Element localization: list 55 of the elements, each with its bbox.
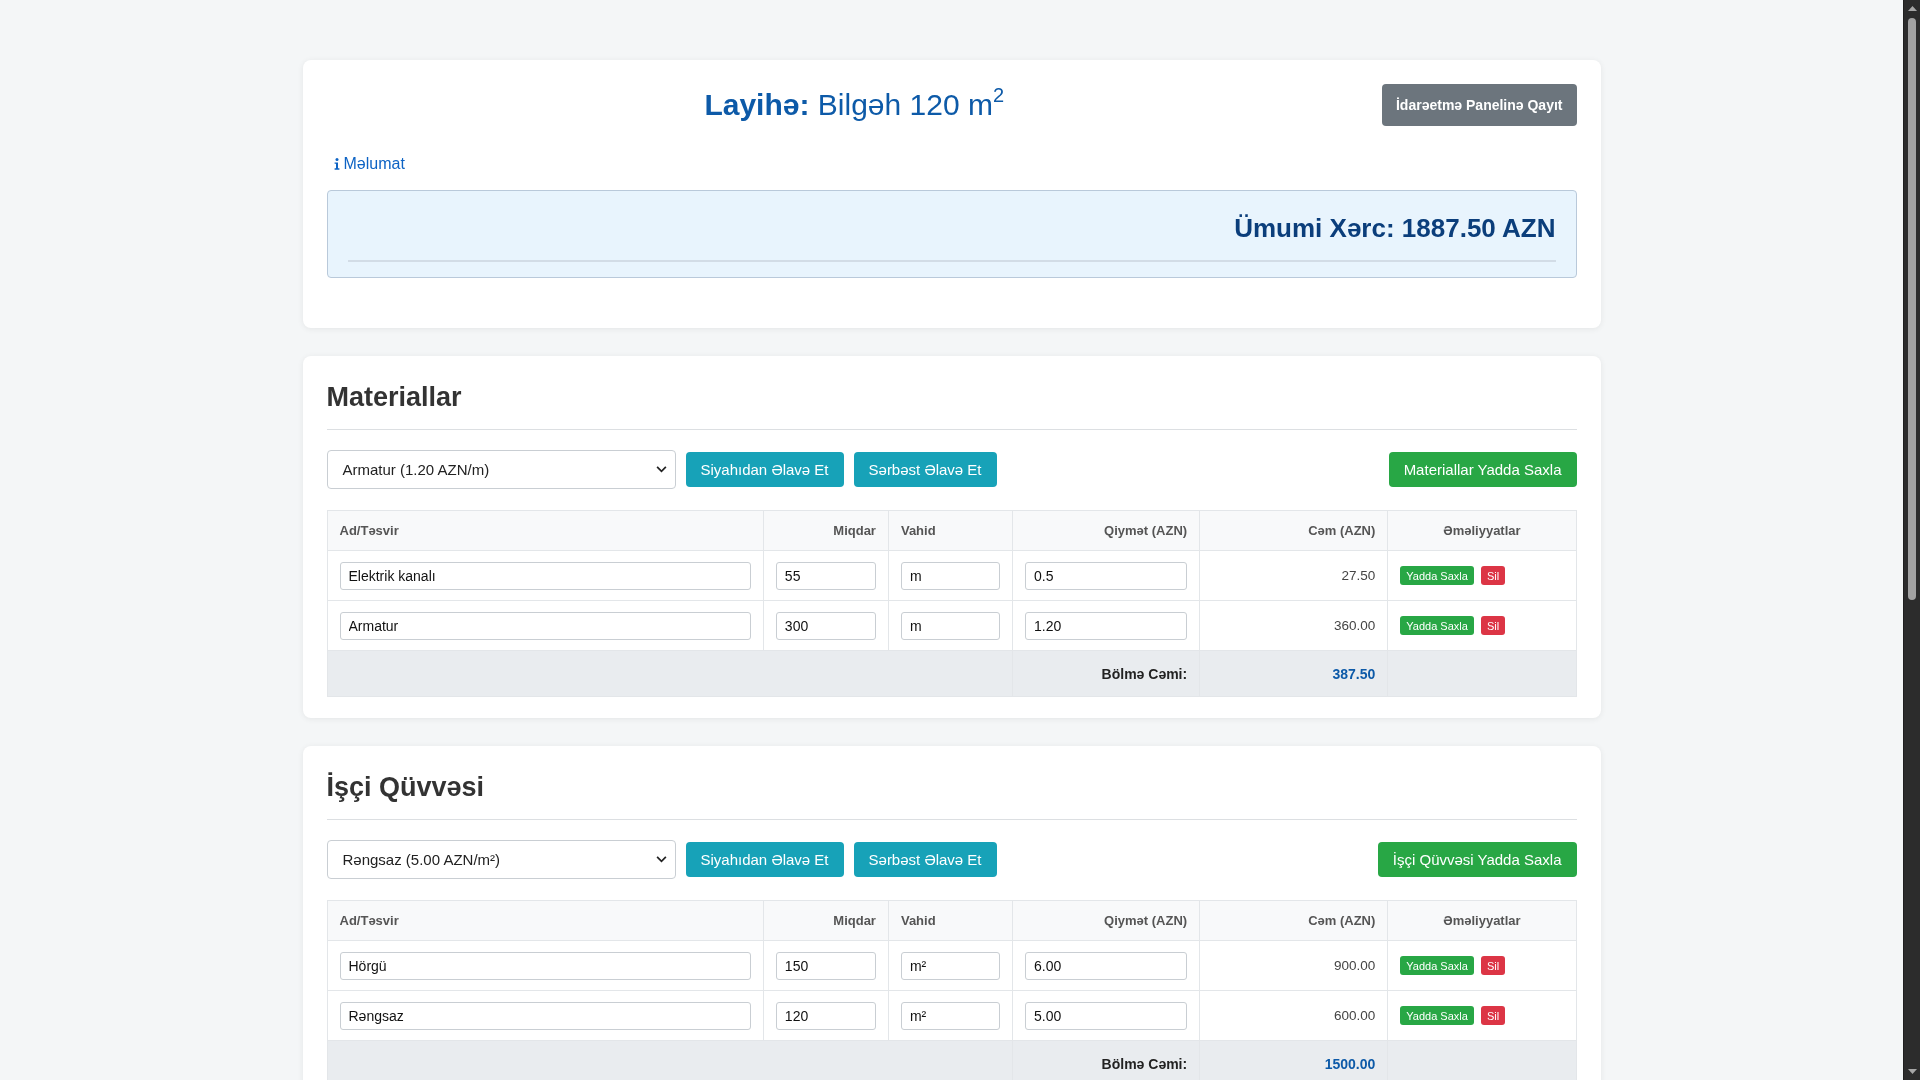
column-header: Miqdar (833, 913, 876, 928)
column-header: Vahid (900, 913, 936, 928)
column-header: Ad/Təsvir (339, 913, 399, 928)
info-icon (333, 158, 340, 170)
column-header: Əməliyyatlar (1443, 523, 1521, 538)
delete-button[interactable]: Sil (1480, 1006, 1506, 1025)
column-header: Qiymət (AZN) (1104, 913, 1188, 928)
total-label: Bölmə Cəmi: (1101, 665, 1188, 682)
quantity-field[interactable]: 300 (775, 611, 876, 640)
total-cost: Ümumi Xərc: 1887.50 AZN (1234, 212, 1556, 245)
name-field[interactable]: Rəngsaz (339, 1001, 751, 1030)
name-field[interactable]: Armatur (339, 611, 751, 640)
section-title: İşçi Qüvvəsi (326, 772, 485, 802)
total-value: 387.50 (1332, 665, 1376, 682)
name-field[interactable]: Elektrik kanalı (339, 561, 751, 590)
quantity-field[interactable]: 120 (775, 1001, 876, 1030)
unit-field[interactable]: m² (900, 951, 1001, 980)
delete-button[interactable]: Sil (1480, 616, 1506, 635)
info-link[interactable]: Məlumat (333, 155, 405, 173)
section-title: Materiallar (326, 382, 462, 412)
scroll-up-icon[interactable] (1907, 6, 1917, 11)
price-field[interactable]: 5.00 (1025, 1001, 1188, 1030)
back-to-dashboard-button[interactable]: İdarəetmə Panelinə Qayıt (1381, 84, 1577, 126)
row-total: 27.50 (1341, 568, 1376, 583)
unit-field[interactable]: m (900, 561, 1001, 590)
name-field[interactable]: Hörgü (339, 951, 751, 980)
column-header: Ad/Təsvir (339, 523, 399, 538)
column-header: Cəm (AZN) (1308, 523, 1376, 538)
delete-button[interactable]: Sil (1480, 956, 1506, 975)
price-field[interactable]: 6.00 (1025, 951, 1188, 980)
chevron-down-icon (655, 856, 667, 863)
unit-field[interactable]: m (900, 611, 1001, 640)
column-header: Vahid (900, 523, 936, 538)
row-total: 360.00 (1334, 618, 1376, 633)
unit-field[interactable]: m² (900, 1001, 1001, 1030)
delete-button[interactable]: Sil (1480, 566, 1506, 585)
column-header: Qiymət (AZN) (1104, 523, 1188, 538)
project-title: Layihə: Bilgəh 120 m$^{2}$ (703, 84, 1006, 123)
scrollbar[interactable] (1903, 0, 1920, 1080)
price-field[interactable]: 0.5 (1025, 561, 1188, 590)
quantity-field[interactable]: 55 (775, 561, 876, 590)
price-field[interactable]: 1.20 (1025, 611, 1188, 640)
dropdown[interactable]: Rəngsaz (5.00 AZN/m²) (326, 840, 676, 879)
total-value: 1500.00 (1324, 1055, 1376, 1072)
scroll-down-icon[interactable] (1907, 1069, 1917, 1074)
column-header: Miqdar (833, 523, 876, 538)
quantity-field[interactable]: 150 (775, 951, 876, 980)
scrollbar-thumb[interactable] (1908, 18, 1916, 600)
row-total: 900.00 (1334, 958, 1376, 973)
total-label: Bölmə Cəmi: (1101, 1055, 1188, 1072)
column-header: Əməliyyatlar (1443, 913, 1521, 928)
row-total: 600.00 (1334, 1008, 1376, 1023)
chevron-down-icon (655, 466, 667, 473)
column-header: Cəm (AZN) (1308, 913, 1376, 928)
dropdown[interactable]: Armatur (1.20 AZN/m) (326, 450, 676, 489)
